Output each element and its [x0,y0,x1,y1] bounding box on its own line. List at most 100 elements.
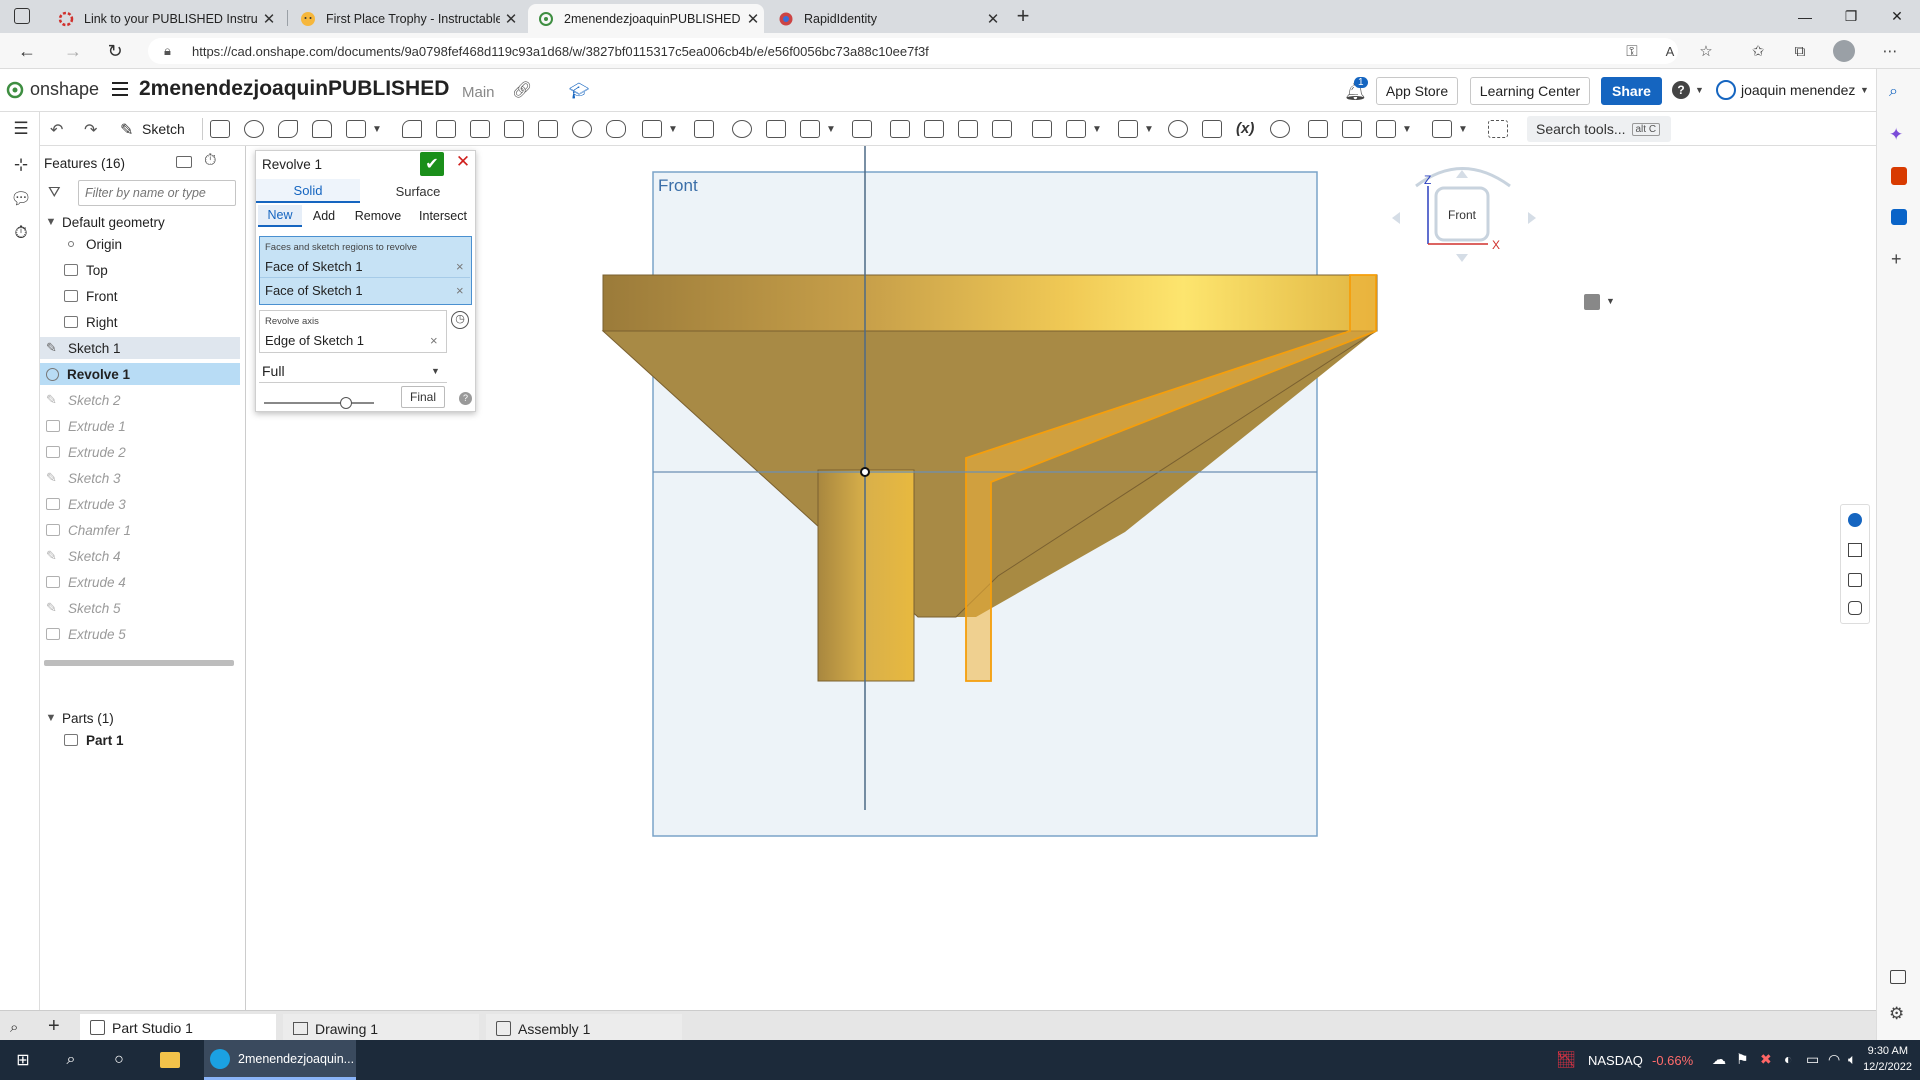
view-cube-face[interactable]: Front [1448,208,1477,222]
mate-connector-tool-icon[interactable] [1066,120,1086,138]
operation-remove[interactable]: Remove [348,205,408,227]
close-tab-icon[interactable]: ✕ [982,10,1004,28]
delete-part-tool-icon[interactable] [852,120,872,138]
feature-item-top[interactable]: Top [40,259,240,281]
browser-tab-4[interactable]: RapidIdentity ✕ [768,4,1004,33]
view-arrow-down-icon[interactable] [1456,254,1468,262]
operation-add[interactable]: Add [304,205,344,227]
minimize-icon[interactable]: — [1782,0,1828,33]
configurations-tool-icon[interactable] [1270,120,1290,138]
feature-folder-icon[interactable] [176,156,192,168]
office-icon[interactable] [1891,167,1907,185]
helix-tool-icon[interactable] [1118,120,1138,138]
comments-icon[interactable]: 💬︎ [10,188,32,210]
add-custom-feature-icon[interactable] [1488,120,1508,138]
face-item-1[interactable]: Face of Sketch 1 [265,259,363,274]
feature-list-scrollbar[interactable] [44,660,234,666]
surface-caret-icon[interactable]: ▼ [1402,124,1412,135]
help-icon[interactable]: ? [1672,81,1690,99]
accept-button[interactable]: ✔ [420,152,444,176]
favorite-star-icon[interactable]: ☆ [1696,41,1716,61]
learning-cap-icon[interactable]: 🎓︎ [569,81,589,101]
tray-icon-3[interactable]: ◐ [1784,1051,1792,1067]
operation-new[interactable]: New [258,205,302,227]
remove-face-1-icon[interactable]: × [456,259,464,274]
final-button[interactable]: Final [401,386,445,408]
view-mode-caret-icon[interactable]: ▼ [1606,296,1615,306]
browser-tab-2[interactable]: First Place Trophy - Instructables ✕ [290,4,522,33]
transform-tool-icon[interactable] [800,120,820,138]
windows-start-icon[interactable]: ⊞ [10,1048,36,1072]
feature-item-revolve-1[interactable]: Revolve 1 [40,363,240,385]
user-name[interactable]: joaquin menendez [1741,82,1855,98]
origin-point[interactable] [860,467,870,477]
url-field[interactable]: 🔒︎ https://cad.onshape.com/documents/9a0… [148,38,1678,64]
outlook-icon[interactable] [1891,209,1907,225]
favorites-icon[interactable]: ✩ [1748,41,1768,61]
window-close-icon[interactable]: ✕ [1874,0,1920,33]
transform-caret-icon[interactable]: ▼ [826,124,836,135]
feature-item-sketch-3[interactable]: ✎ Sketch 3 [40,467,240,489]
profile-avatar[interactable] [1833,40,1855,62]
frame-tool-icon[interactable] [1342,120,1362,138]
taskbar-search-icon[interactable]: ⌕ [58,1048,84,1072]
pattern-tool-icon[interactable] [642,120,662,138]
delete-face-tool-icon[interactable] [924,120,944,138]
revolve-type-select[interactable]: Full ▼ [259,359,447,383]
branch-label[interactable]: Main [462,84,495,101]
rollback-timer-icon[interactable]: ⏱︎ [204,152,216,170]
search-tools-field[interactable]: Search tools... alt C [1527,116,1671,142]
reload-icon[interactable]: ↻ [102,39,128,63]
clock-date[interactable]: 12/2/2022 [1854,1061,1912,1073]
rib-tool-icon[interactable] [504,120,524,138]
history-icon[interactable]: ⏱︎ [10,222,32,244]
modify-fillet-tool-icon[interactable] [890,120,910,138]
sweep-tool-icon[interactable] [278,120,298,138]
filter-input[interactable] [78,180,236,206]
parts-group[interactable]: ▼ Parts (1) [40,707,240,729]
thicken-caret-icon[interactable]: ▼ [372,124,382,135]
add-tab-icon[interactable]: + [48,1015,60,1038]
share-button[interactable]: Share [1601,77,1662,105]
feature-item-sketch-5[interactable]: ✎ Sketch 5 [40,597,240,619]
remove-axis-icon[interactable]: × [430,333,438,348]
chevron-down-icon[interactable]: ▼ [40,712,62,724]
back-icon[interactable]: ← [14,39,40,63]
tab-manager-icon[interactable]: ⌕ [10,1019,18,1036]
rollback-slider[interactable] [264,397,374,409]
browser-tab-1[interactable]: Link to your PUBLISHED Instructa ✕ [48,4,280,33]
browser-tab-3[interactable]: 2menendezjoaquinPUBLISHED | ✕ [528,4,764,33]
feature-item-right[interactable]: Right [40,311,240,333]
tab-assembly[interactable]: Assembly 1 [486,1014,682,1043]
tab-surface[interactable]: Surface [360,179,476,203]
file-explorer-icon[interactable] [160,1052,180,1068]
feature-item-extrude-4[interactable]: Extrude 4 [40,571,240,593]
section-view-icon[interactable] [1848,573,1862,587]
view-cube[interactable]: Front Z X [1392,156,1542,286]
redo-icon[interactable]: ↷ [84,120,97,140]
default-geometry-group[interactable]: ▼ Default geometry [40,211,240,233]
user-avatar-icon[interactable] [1716,80,1736,100]
hamburger-menu-icon[interactable] [112,82,128,96]
restore-icon[interactable]: ❐ [1828,0,1874,33]
funnel-spout[interactable] [817,469,915,682]
feature-studio-caret-icon[interactable]: ▼ [1458,124,1468,135]
sidebar-layout-icon[interactable] [1890,970,1906,984]
tray-icon-2[interactable]: ✖ [1760,1051,1772,1068]
axis-selection-box[interactable]: Revolve axis Edge of Sketch 1 × [259,310,447,353]
feature-item-sketch-4[interactable]: ✎ Sketch 4 [40,545,240,567]
forward-icon[interactable]: → [60,39,86,63]
add-sidebar-icon[interactable]: + [1891,249,1902,270]
part-item[interactable]: Part 1 [40,729,240,751]
stock-chart-icon[interactable]: 📉︎ [1556,1050,1576,1070]
move-face-tool-icon[interactable] [958,120,978,138]
plane-caret-icon[interactable]: ▼ [1092,124,1102,135]
split-tool-icon[interactable] [766,120,786,138]
key-icon[interactable]: ⚿ [1622,41,1642,61]
loft-tool-icon[interactable] [312,120,332,138]
faces-selection-box[interactable]: Faces and sketch regions to revolve Face… [259,236,472,305]
app-store-button[interactable]: App Store [1376,77,1458,105]
variable-tool-button[interactable]: (x) [1236,120,1254,137]
read-aloud-icon[interactable]: A [1660,41,1680,61]
taskbar-edge-app[interactable]: 2menendezjoaquin... [204,1040,356,1080]
